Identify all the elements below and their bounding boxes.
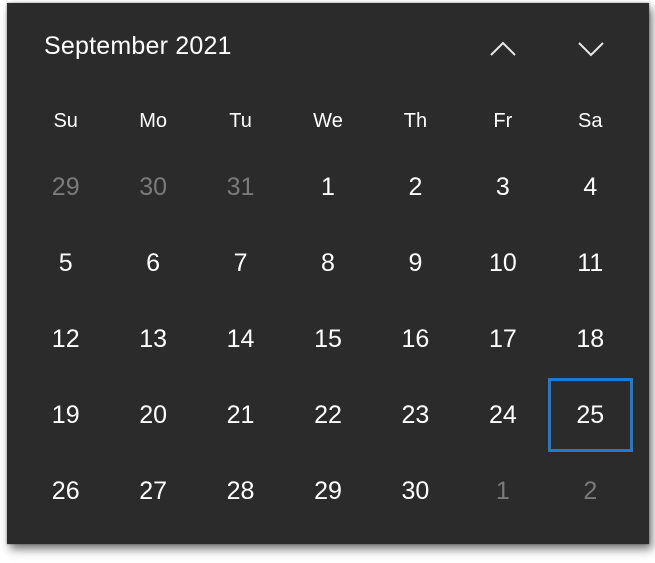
previous-month-button[interactable] [479,27,527,71]
day-cell[interactable]: 20 [109,377,196,453]
day-cell-adjacent-month[interactable]: 31 [197,149,284,225]
weekday-label-th: Th [403,110,428,132]
calendar-flyout: September 2021 Su Mo Tu We Th Fr Sa 29 30… [7,3,649,544]
day-cell[interactable]: 26 [22,453,109,529]
day-cell[interactable]: 12 [22,301,109,377]
day-cell[interactable]: 11 [547,225,634,301]
day-cell[interactable]: 2 [372,149,459,225]
day-cell[interactable]: 16 [372,301,459,377]
day-cell[interactable]: 13 [109,301,196,377]
day-cell-selected[interactable]: 25 [547,377,634,453]
chevron-up-icon [490,41,516,56]
day-cell[interactable]: 14 [197,301,284,377]
day-cell[interactable]: 8 [284,225,371,301]
weekday-label-tu: Tu [229,110,252,132]
day-cell[interactable]: 28 [197,453,284,529]
weekday-label-fr: Fr [493,110,513,132]
day-cell[interactable]: 1 [284,149,371,225]
day-cell[interactable]: 29 [284,453,371,529]
day-cell[interactable]: 3 [459,149,546,225]
day-cell[interactable]: 6 [109,225,196,301]
day-cell[interactable]: 27 [109,453,196,529]
day-cell[interactable]: 15 [284,301,371,377]
day-cell[interactable]: 10 [459,225,546,301]
weekday-label-we: We [313,110,343,132]
day-cell-adjacent-month[interactable]: 2 [547,453,634,529]
day-cell[interactable]: 17 [459,301,546,377]
day-cell-adjacent-month[interactable]: 30 [109,149,196,225]
day-cell-adjacent-month[interactable]: 29 [22,149,109,225]
day-grid: 29 30 31 1 2 3 4 5 6 7 8 9 10 11 12 13 14 15 16 17 18 19 20 21 2… [22,149,634,529]
next-month-button[interactable] [567,27,615,71]
month-year-title[interactable]: September 2021 [44,32,232,61]
calendar-header: September 2021 [7,3,649,89]
day-cell[interactable]: 19 [22,377,109,453]
day-cell[interactable]: 23 [372,377,459,453]
day-cell[interactable]: 21 [197,377,284,453]
weekday-header-row: Su Mo Tu We Th Fr Sa [22,101,634,141]
day-cell[interactable]: 7 [197,225,284,301]
weekday-label-sa: Sa [578,110,603,132]
day-cell[interactable]: 4 [547,149,634,225]
weekday-label-su: Su [53,110,78,132]
day-cell[interactable]: 5 [22,225,109,301]
day-cell[interactable]: 9 [372,225,459,301]
day-cell[interactable]: 22 [284,377,371,453]
chevron-down-icon [578,42,604,57]
day-cell-adjacent-month[interactable]: 1 [459,453,546,529]
day-cell[interactable]: 24 [459,377,546,453]
weekday-label-mo: Mo [139,110,168,132]
day-cell[interactable]: 18 [547,301,634,377]
day-cell[interactable]: 30 [372,453,459,529]
